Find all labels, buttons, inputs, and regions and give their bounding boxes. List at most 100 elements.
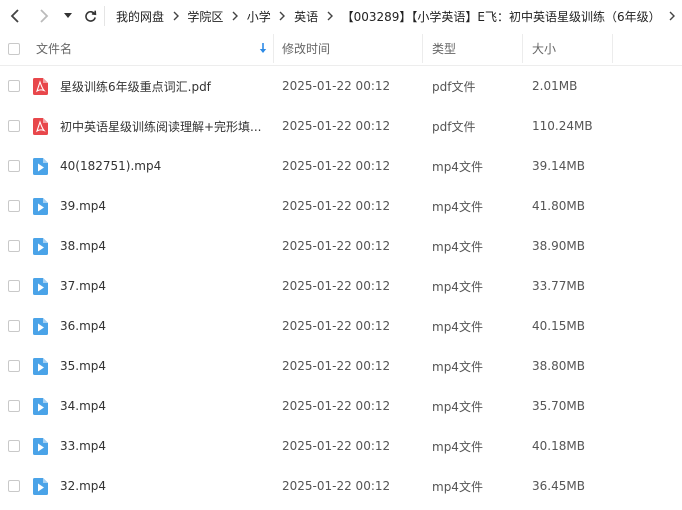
- file-list-header: 文件名 修改时间 类型 大小: [0, 32, 682, 66]
- file-name[interactable]: 39.mp4: [60, 186, 270, 226]
- file-size: 40.15MB: [532, 319, 585, 333]
- sort-down-arrow-icon[interactable]: [259, 32, 267, 65]
- file-name[interactable]: 33.mp4: [60, 426, 270, 466]
- video-icon: [33, 398, 48, 415]
- row-checkbox[interactable]: [8, 240, 20, 252]
- file-row[interactable]: 36.mp4 2025-01-22 00:12 mp4文件 40.15MB: [0, 306, 682, 346]
- video-icon: [33, 358, 48, 375]
- row-checkbox[interactable]: [8, 480, 20, 492]
- file-name[interactable]: 初中英语星级训练阅读理解+完形填...: [60, 106, 270, 146]
- file-type: mp4文件: [432, 439, 483, 454]
- caret-down-icon: [64, 13, 72, 18]
- toolbar: 我的网盘 学院区 小学 英语 【003289】【小学英语】E飞：初中英语星级训练…: [0, 0, 682, 32]
- back-button[interactable]: [4, 0, 26, 32]
- breadcrumb-separator-icon: [166, 11, 185, 21]
- file-name[interactable]: 40(182751).mp4: [60, 146, 270, 186]
- file-type: mp4文件: [432, 359, 483, 374]
- file-name[interactable]: 星级训练6年级重点词汇.pdf: [60, 66, 270, 106]
- breadcrumb-separator-icon: [273, 11, 292, 21]
- file-name[interactable]: 32.mp4: [60, 466, 270, 506]
- file-row[interactable]: 35.mp4 2025-01-22 00:12 mp4文件 38.80MB: [0, 346, 682, 386]
- file-name[interactable]: 38.mp4: [60, 226, 270, 266]
- row-checkbox[interactable]: [8, 80, 20, 92]
- row-checkbox[interactable]: [8, 160, 20, 172]
- column-divider[interactable]: [273, 34, 274, 63]
- file-size: 40.18MB: [532, 439, 585, 453]
- column-header-size[interactable]: 大小: [532, 32, 556, 65]
- file-size: 33.77MB: [532, 279, 585, 293]
- row-checkbox[interactable]: [8, 400, 20, 412]
- file-modified-time: 2025-01-22 00:12: [282, 359, 391, 373]
- column-header-modified[interactable]: 修改时间: [282, 32, 330, 65]
- history-dropdown-button[interactable]: [60, 0, 76, 32]
- video-icon: [33, 198, 48, 215]
- row-checkbox[interactable]: [8, 320, 20, 332]
- file-row[interactable]: 40(182751).mp4 2025-01-22 00:12 mp4文件 39…: [0, 146, 682, 186]
- select-all-checkbox[interactable]: [8, 43, 20, 55]
- file-size: 38.80MB: [532, 359, 585, 373]
- chevron-left-icon: [10, 9, 19, 23]
- column-divider[interactable]: [612, 34, 613, 63]
- forward-button[interactable]: [33, 0, 55, 32]
- file-row[interactable]: 初中英语星级训练阅读理解+完形填... 2025-01-22 00:12 pdf…: [0, 106, 682, 146]
- row-checkbox[interactable]: [8, 440, 20, 452]
- file-type: pdf文件: [432, 119, 476, 134]
- file-type: mp4文件: [432, 399, 483, 414]
- file-row[interactable]: 32.mp4 2025-01-22 00:12 mp4文件 36.45MB: [0, 466, 682, 506]
- file-name[interactable]: 35.mp4: [60, 346, 270, 386]
- file-type: mp4文件: [432, 239, 483, 254]
- column-header-type[interactable]: 类型: [432, 32, 456, 65]
- breadcrumb-item-english[interactable]: 英语: [292, 8, 320, 25]
- video-icon: [33, 438, 48, 455]
- row-checkbox[interactable]: [8, 120, 20, 132]
- file-modified-time: 2025-01-22 00:12: [282, 119, 391, 133]
- file-type: mp4文件: [432, 319, 483, 334]
- file-row[interactable]: 33.mp4 2025-01-22 00:12 mp4文件 40.18MB: [0, 426, 682, 466]
- file-size: 38.90MB: [532, 239, 585, 253]
- file-row[interactable]: 星级训练6年级重点词汇.pdf 2025-01-22 00:12 pdf文件 2…: [0, 66, 682, 106]
- file-name[interactable]: 34.mp4: [60, 386, 270, 426]
- column-divider[interactable]: [522, 34, 523, 63]
- row-checkbox[interactable]: [8, 280, 20, 292]
- breadcrumb-item-primary[interactable]: 小学: [245, 8, 273, 25]
- breadcrumb: 我的网盘 学院区 小学 英语 【003289】【小学英语】E飞：初中英语星级训练…: [114, 0, 682, 32]
- video-icon: [33, 478, 48, 495]
- column-header-name[interactable]: 文件名: [36, 32, 72, 65]
- refresh-icon: [84, 10, 96, 22]
- file-name[interactable]: 36.mp4: [60, 306, 270, 346]
- breadcrumb-separator-icon: [225, 11, 244, 21]
- file-modified-time: 2025-01-22 00:12: [282, 439, 391, 453]
- file-modified-time: 2025-01-22 00:12: [282, 479, 391, 493]
- file-type: pdf文件: [432, 79, 476, 94]
- breadcrumb-more-icon[interactable]: [663, 11, 682, 21]
- file-size: 110.24MB: [532, 119, 593, 133]
- video-icon: [33, 238, 48, 255]
- video-icon: [33, 278, 48, 295]
- row-checkbox[interactable]: [8, 360, 20, 372]
- file-row[interactable]: 39.mp4 2025-01-22 00:12 mp4文件 41.80MB: [0, 186, 682, 226]
- file-size: 39.14MB: [532, 159, 585, 173]
- breadcrumb-item-current-folder[interactable]: 【003289】【小学英语】E飞：初中英语星级训练（6年级）: [340, 8, 663, 25]
- file-modified-time: 2025-01-22 00:12: [282, 159, 391, 173]
- file-modified-time: 2025-01-22 00:12: [282, 199, 391, 213]
- file-row[interactable]: 37.mp4 2025-01-22 00:12 mp4文件 33.77MB: [0, 266, 682, 306]
- file-modified-time: 2025-01-22 00:12: [282, 279, 391, 293]
- video-icon: [33, 158, 48, 175]
- file-modified-time: 2025-01-22 00:12: [282, 239, 391, 253]
- breadcrumb-item-academy[interactable]: 学院区: [185, 8, 225, 25]
- file-size: 2.01MB: [532, 79, 578, 93]
- file-row[interactable]: 34.mp4 2025-01-22 00:12 mp4文件 35.70MB: [0, 386, 682, 426]
- breadcrumb-item-my-drive[interactable]: 我的网盘: [114, 8, 166, 25]
- refresh-button[interactable]: [80, 0, 100, 32]
- file-type: mp4文件: [432, 279, 483, 294]
- file-type: mp4文件: [432, 199, 483, 214]
- file-name[interactable]: 37.mp4: [60, 266, 270, 306]
- file-type: mp4文件: [432, 159, 483, 174]
- row-checkbox[interactable]: [8, 200, 20, 212]
- file-row[interactable]: 38.mp4 2025-01-22 00:12 mp4文件 38.90MB: [0, 226, 682, 266]
- file-type: mp4文件: [432, 479, 483, 494]
- file-size: 41.80MB: [532, 199, 585, 213]
- toolbar-divider: [104, 6, 105, 26]
- pdf-icon: [33, 78, 48, 95]
- column-divider[interactable]: [422, 34, 423, 63]
